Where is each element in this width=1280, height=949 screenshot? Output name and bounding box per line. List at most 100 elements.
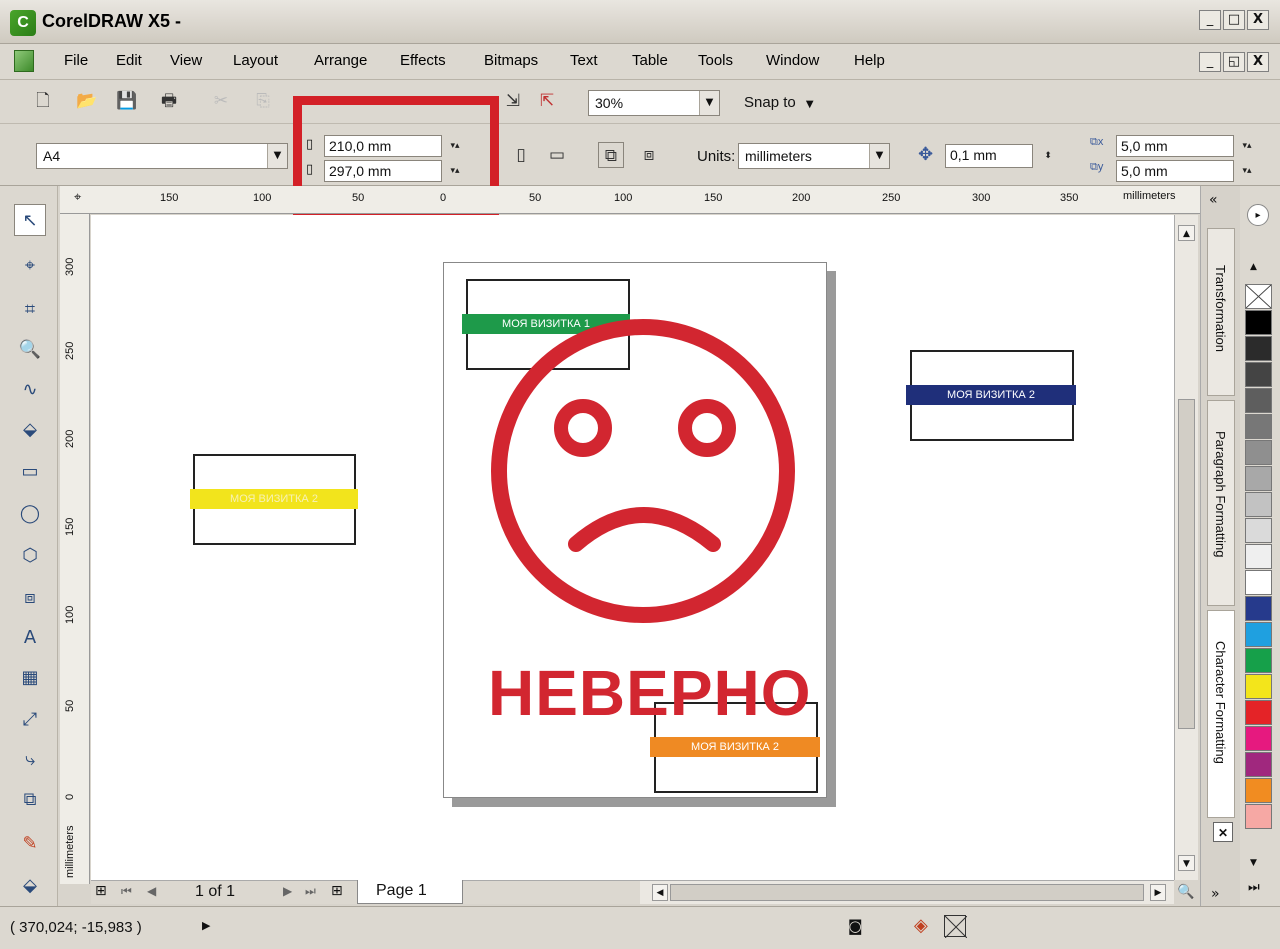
table-tool-icon[interactable]: ▦ bbox=[14, 662, 46, 694]
color-swatch[interactable] bbox=[1245, 674, 1272, 699]
last-page-icon[interactable]: ⏭ bbox=[305, 884, 316, 899]
menu-edit[interactable]: Edit bbox=[116, 52, 142, 69]
fill-tool-icon[interactable]: ⬙ bbox=[14, 870, 46, 902]
close-button[interactable]: X bbox=[1247, 10, 1269, 30]
color-swatch[interactable] bbox=[1245, 596, 1272, 621]
color-swatch[interactable] bbox=[1245, 570, 1272, 595]
freehand-tool-icon[interactable]: ∿ bbox=[14, 374, 46, 406]
doc-minimize-button[interactable]: _ bbox=[1199, 52, 1221, 72]
scroll-thumb[interactable] bbox=[1178, 399, 1195, 729]
color-swatch[interactable] bbox=[1245, 648, 1272, 673]
color-swatch[interactable] bbox=[1245, 492, 1272, 517]
menu-table[interactable]: Table bbox=[632, 52, 668, 69]
basic-shapes-icon[interactable]: ⧈ bbox=[14, 582, 46, 614]
first-page-icon[interactable]: ⏮ bbox=[121, 884, 132, 899]
color-swatch[interactable] bbox=[1245, 544, 1272, 569]
collapse-left-icon[interactable]: « bbox=[1209, 192, 1218, 208]
nudge-spinner[interactable]: ⬍ bbox=[1035, 146, 1061, 166]
palette-scroll-down-icon[interactable]: ▼ bbox=[1250, 858, 1257, 868]
import-icon[interactable]: ⇲ bbox=[500, 88, 526, 114]
color-swatch[interactable] bbox=[1245, 414, 1272, 439]
color-swatch[interactable] bbox=[1245, 440, 1272, 465]
color-swatch[interactable] bbox=[1245, 700, 1272, 725]
menu-bitmaps[interactable]: Bitmaps bbox=[484, 52, 538, 69]
expand-right-icon[interactable]: » bbox=[1211, 886, 1220, 902]
connector-tool-icon[interactable]: ⤷ bbox=[14, 744, 46, 776]
pick-tool-icon[interactable]: ↖ bbox=[14, 204, 46, 236]
next-page-icon[interactable]: ▶ bbox=[283, 884, 292, 898]
color-swatch[interactable] bbox=[1245, 362, 1272, 387]
text-tool-icon[interactable]: A bbox=[14, 622, 46, 654]
open-icon[interactable]: 📂 bbox=[74, 88, 100, 114]
color-swatch[interactable] bbox=[1245, 778, 1272, 803]
add-page-icon[interactable]: ⊞ bbox=[95, 883, 107, 899]
menu-tools[interactable]: Tools bbox=[698, 52, 733, 69]
smart-fill-icon[interactable]: ⬙ bbox=[14, 414, 46, 446]
page-tab[interactable]: Page 1 bbox=[357, 880, 463, 904]
close-icon[interactable]: ✕ bbox=[1213, 822, 1233, 842]
dup-y-spinner[interactable]: ▾▴ bbox=[1234, 161, 1260, 181]
color-swatch[interactable] bbox=[1245, 518, 1272, 543]
dup-x-spinner[interactable]: ▾▴ bbox=[1234, 136, 1260, 156]
duplicate-x-field[interactable]: 5,0 mm bbox=[1116, 135, 1234, 157]
color-swatch[interactable] bbox=[1245, 336, 1272, 361]
menu-text[interactable]: Text bbox=[570, 52, 598, 69]
minimize-button[interactable]: _ bbox=[1199, 10, 1221, 30]
color-swatch[interactable] bbox=[1245, 310, 1272, 335]
snap-to-button[interactable]: Snap to ▼ bbox=[744, 94, 814, 111]
horizontal-scrollbar[interactable]: ◀ ▶ bbox=[640, 880, 1174, 904]
color-swatch[interactable] bbox=[1245, 752, 1272, 777]
scroll-down-icon[interactable]: ▼ bbox=[1178, 855, 1195, 871]
scroll-right-icon[interactable]: ▶ bbox=[1150, 884, 1166, 901]
fill-indicator-icon[interactable]: ◈ bbox=[914, 915, 928, 936]
chevron-down-icon[interactable]: ▼ bbox=[869, 144, 889, 168]
shape-tool-icon[interactable]: ⌖ bbox=[14, 250, 46, 282]
chevron-down-icon[interactable]: ▼ bbox=[699, 91, 719, 115]
doc-restore-button[interactable]: ◱ bbox=[1223, 52, 1245, 72]
copy-icon[interactable]: ⎘ bbox=[250, 88, 276, 114]
chevron-down-icon[interactable]: ▼ bbox=[267, 144, 287, 168]
scroll-thumb-h[interactable] bbox=[670, 884, 1144, 901]
outline-indicator-icon[interactable] bbox=[944, 915, 968, 939]
crop-tool-icon[interactable]: ⌗ bbox=[14, 294, 46, 326]
landscape-icon[interactable]: ▭ bbox=[544, 142, 570, 168]
add-page-after-icon[interactable]: ⊞ bbox=[331, 883, 343, 899]
color-swatch[interactable] bbox=[1245, 726, 1272, 751]
menu-help[interactable]: Help bbox=[854, 52, 885, 69]
nudge-distance-field[interactable]: 0,1 mm bbox=[945, 144, 1033, 168]
navigator-icon[interactable]: 🔍 bbox=[1174, 880, 1198, 904]
doc-close-button[interactable]: X bbox=[1247, 52, 1269, 72]
ruler-origin-icon[interactable]: ⌖ bbox=[74, 190, 81, 205]
new-icon[interactable]: 🗋 bbox=[30, 88, 56, 114]
menu-layout[interactable]: Layout bbox=[233, 52, 278, 69]
palette-options-icon[interactable]: ▸ bbox=[1247, 204, 1269, 226]
current-page-icon[interactable]: ⧈ bbox=[636, 142, 662, 168]
scroll-up-icon[interactable]: ▲ bbox=[1178, 225, 1195, 241]
menu-effects[interactable]: Effects bbox=[400, 52, 446, 69]
dimension-tool-icon[interactable]: ⤢ bbox=[14, 704, 46, 736]
color-swatch[interactable] bbox=[1245, 388, 1272, 413]
eyedropper-icon[interactable]: ✎ bbox=[14, 828, 46, 860]
prev-page-icon[interactable]: ◀ bbox=[147, 884, 156, 898]
no-color-swatch[interactable] bbox=[1245, 284, 1272, 309]
ellipse-tool-icon[interactable]: ◯ bbox=[14, 498, 46, 530]
rectangle-tool-icon[interactable]: ▭ bbox=[14, 456, 46, 488]
color-swatch[interactable] bbox=[1245, 622, 1272, 647]
ruler-vertical[interactable]: 300 250 200 150 100 50 0 millimeters bbox=[60, 214, 90, 884]
menu-window[interactable]: Window bbox=[766, 52, 819, 69]
maximize-button[interactable]: □ bbox=[1223, 10, 1245, 30]
blend-tool-icon[interactable]: ⧉ bbox=[14, 784, 46, 816]
palette-scroll-up-icon[interactable]: ▲ bbox=[1250, 262, 1257, 272]
document-icon[interactable] bbox=[14, 50, 34, 72]
menu-file[interactable]: File bbox=[64, 52, 88, 69]
units-combo[interactable]: millimeters ▼ bbox=[738, 143, 890, 169]
scroll-left-icon[interactable]: ◀ bbox=[652, 884, 668, 901]
duplicate-y-field[interactable]: 5,0 mm bbox=[1116, 160, 1234, 182]
docker-tab-transformation[interactable]: Transformation bbox=[1207, 228, 1235, 396]
menu-view[interactable]: View bbox=[170, 52, 202, 69]
zoom-level-combo[interactable]: 30% ▼ bbox=[588, 90, 720, 116]
docker-tab-character[interactable]: Character Formatting bbox=[1207, 610, 1235, 818]
polygon-tool-icon[interactable]: ⬡ bbox=[14, 540, 46, 572]
zoom-tool-icon[interactable]: 🔍 bbox=[14, 334, 46, 366]
vertical-scrollbar[interactable]: ▲ ▼ bbox=[1174, 215, 1198, 880]
